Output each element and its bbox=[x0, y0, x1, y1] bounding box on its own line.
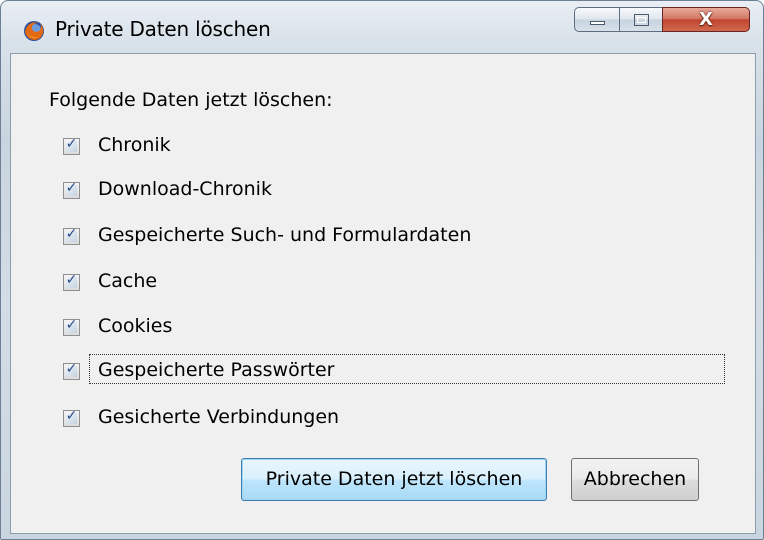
option-formulardaten[interactable]: ✓ Gespeicherte Such- und Formulardaten bbox=[52, 224, 702, 254]
option-label: Cache bbox=[98, 270, 158, 292]
checkmark-icon: ✓ bbox=[65, 408, 78, 424]
option-label: Cookies bbox=[98, 315, 173, 337]
checkmark-icon: ✓ bbox=[65, 136, 78, 152]
close-button[interactable]: X bbox=[662, 7, 750, 32]
checkbox[interactable]: ✓ bbox=[63, 361, 80, 380]
dialog-content: Folgende Daten jetzt löschen: ✓ Chronik … bbox=[10, 53, 756, 534]
checkmark-icon: ✓ bbox=[65, 317, 78, 333]
option-label: Gesicherte Verbindungen bbox=[98, 406, 340, 428]
minimize-button[interactable] bbox=[574, 7, 620, 32]
checkmark-icon: ✓ bbox=[65, 180, 78, 196]
checkbox[interactable]: ✓ bbox=[63, 226, 80, 245]
dialog-window: Private Daten löschen X Folgende Daten j… bbox=[0, 0, 764, 540]
title-bar[interactable]: Private Daten löschen X bbox=[1, 1, 763, 45]
firefox-icon bbox=[24, 21, 44, 41]
option-label: Download-Chronik bbox=[98, 178, 272, 200]
caption-buttons: X bbox=[574, 7, 750, 33]
option-label: Chronik bbox=[98, 134, 171, 156]
maximize-icon bbox=[634, 14, 649, 26]
option-cookies[interactable]: ✓ Cookies bbox=[52, 315, 702, 345]
checkbox[interactable]: ✓ bbox=[63, 272, 80, 291]
option-passwoerter[interactable]: ✓ Gespeicherte Passwörter bbox=[52, 359, 702, 389]
dialog-prompt: Folgende Daten jetzt löschen: bbox=[49, 89, 333, 111]
checkbox[interactable]: ✓ bbox=[63, 180, 80, 199]
checkmark-icon: ✓ bbox=[65, 226, 78, 242]
checkbox[interactable]: ✓ bbox=[63, 408, 80, 427]
maximize-button[interactable] bbox=[619, 7, 663, 32]
checkbox[interactable]: ✓ bbox=[63, 136, 80, 155]
option-chronik[interactable]: ✓ Chronik bbox=[52, 134, 702, 164]
option-download-chronik[interactable]: ✓ Download-Chronik bbox=[52, 178, 702, 208]
option-label: Gespeicherte Passwörter bbox=[98, 359, 335, 381]
cancel-button[interactable]: Abbrechen bbox=[571, 458, 699, 501]
close-icon: X bbox=[699, 9, 713, 30]
option-verbindungen[interactable]: ✓ Gesicherte Verbindungen bbox=[52, 406, 702, 436]
clear-data-button[interactable]: Private Daten jetzt löschen bbox=[241, 458, 547, 501]
minimize-icon bbox=[590, 21, 605, 25]
window-title: Private Daten löschen bbox=[55, 17, 271, 41]
option-cache[interactable]: ✓ Cache bbox=[52, 270, 702, 300]
checkbox[interactable]: ✓ bbox=[63, 317, 80, 336]
checkmark-icon: ✓ bbox=[65, 361, 78, 377]
checkmark-icon: ✓ bbox=[65, 272, 78, 288]
option-label: Gespeicherte Such- und Formulardaten bbox=[98, 224, 472, 246]
